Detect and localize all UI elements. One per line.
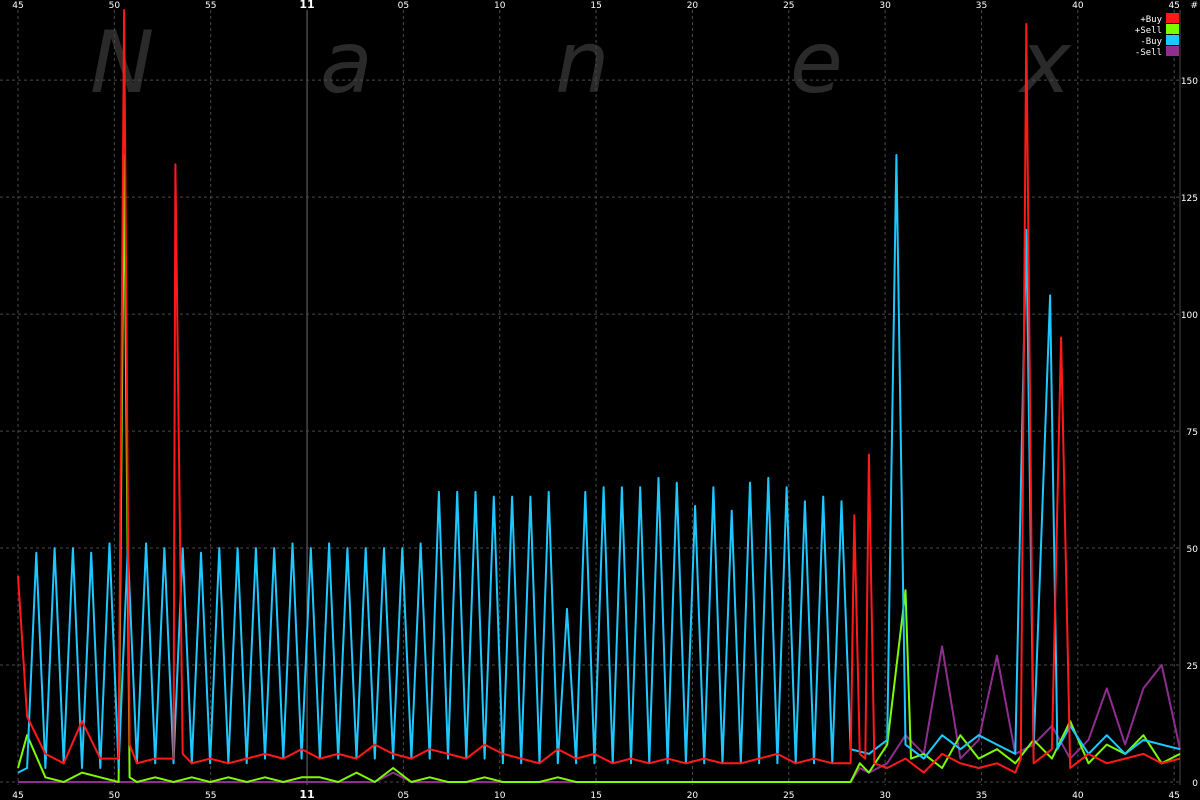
legend-label: -Sell (1135, 48, 1162, 58)
x-tick-label-bottom: 40 (1072, 791, 1084, 800)
x-tick-label-top: 25 (783, 1, 794, 11)
legend-label: +Buy (1140, 15, 1162, 25)
nanex-trade-chart: Nanex 45 50 55 11 05 10 15 20 25 30 35 40 4545 50 55 11… (0, 0, 1200, 800)
y-tick-label: 0 (1192, 779, 1198, 789)
y-tick-label: 150 (1181, 77, 1198, 87)
legend-swatch (1166, 24, 1179, 34)
x-tick-label-top: 40 (1072, 1, 1084, 11)
x-tick-label-bottom: 35 (976, 791, 987, 800)
x-tick-label-bottom: 05 (398, 791, 409, 800)
watermark-letter: e (790, 13, 843, 113)
watermark-letter: N (90, 13, 154, 113)
x-tick-label-bottom: 20 (687, 791, 699, 800)
x-tick-label-bottom: 25 (783, 791, 794, 800)
x-tick-label-top: 45 (1168, 1, 1179, 11)
legend-swatch (1166, 35, 1179, 45)
x-tick-label-bottom: 55 (205, 791, 216, 800)
x-tick-label-top: 20 (687, 1, 699, 11)
x-tick-label-top: 10 (494, 1, 506, 11)
x-tick-label-top: 35 (976, 1, 987, 11)
plot-background (0, 0, 1200, 800)
watermark-letter: n (555, 13, 610, 113)
y-tick-label: 75 (1187, 428, 1198, 438)
x-tick-label-bottom: 45 (12, 791, 23, 800)
y-tick-label: 125 (1181, 194, 1198, 204)
y-tick-label: 25 (1187, 662, 1198, 672)
x-tick-label-top: 05 (398, 1, 409, 11)
x-tick-label-top: 50 (109, 1, 121, 11)
legend-label: -Buy (1140, 37, 1162, 47)
x-tick-label-top: 55 (205, 1, 216, 11)
legend-label: +Sell (1135, 26, 1162, 36)
x-tick-label-bottom: 10 (494, 791, 506, 800)
watermark-letter: a (320, 13, 373, 113)
x-tick-label-bottom: 30 (879, 791, 891, 800)
x-tick-label-top: 45 (12, 1, 23, 11)
y-unit-label: # (1190, 1, 1198, 11)
x-tick-label-bottom: 50 (109, 791, 121, 800)
x-tick-label-top: 11 (299, 0, 314, 11)
y-tick-label: 50 (1187, 545, 1199, 555)
x-tick-label-bottom: 15 (590, 791, 601, 800)
x-tick-label-top: 30 (879, 1, 891, 11)
x-tick-label-bottom: 11 (299, 788, 314, 800)
legend-swatch (1166, 13, 1179, 23)
legend: +Buy+Sell-Buy-Sell (1135, 13, 1179, 58)
y-tick-label: 100 (1181, 311, 1198, 321)
x-tick-label-bottom: 45 (1168, 791, 1179, 800)
legend-swatch (1166, 46, 1179, 56)
x-tick-label-top: 15 (590, 1, 601, 11)
